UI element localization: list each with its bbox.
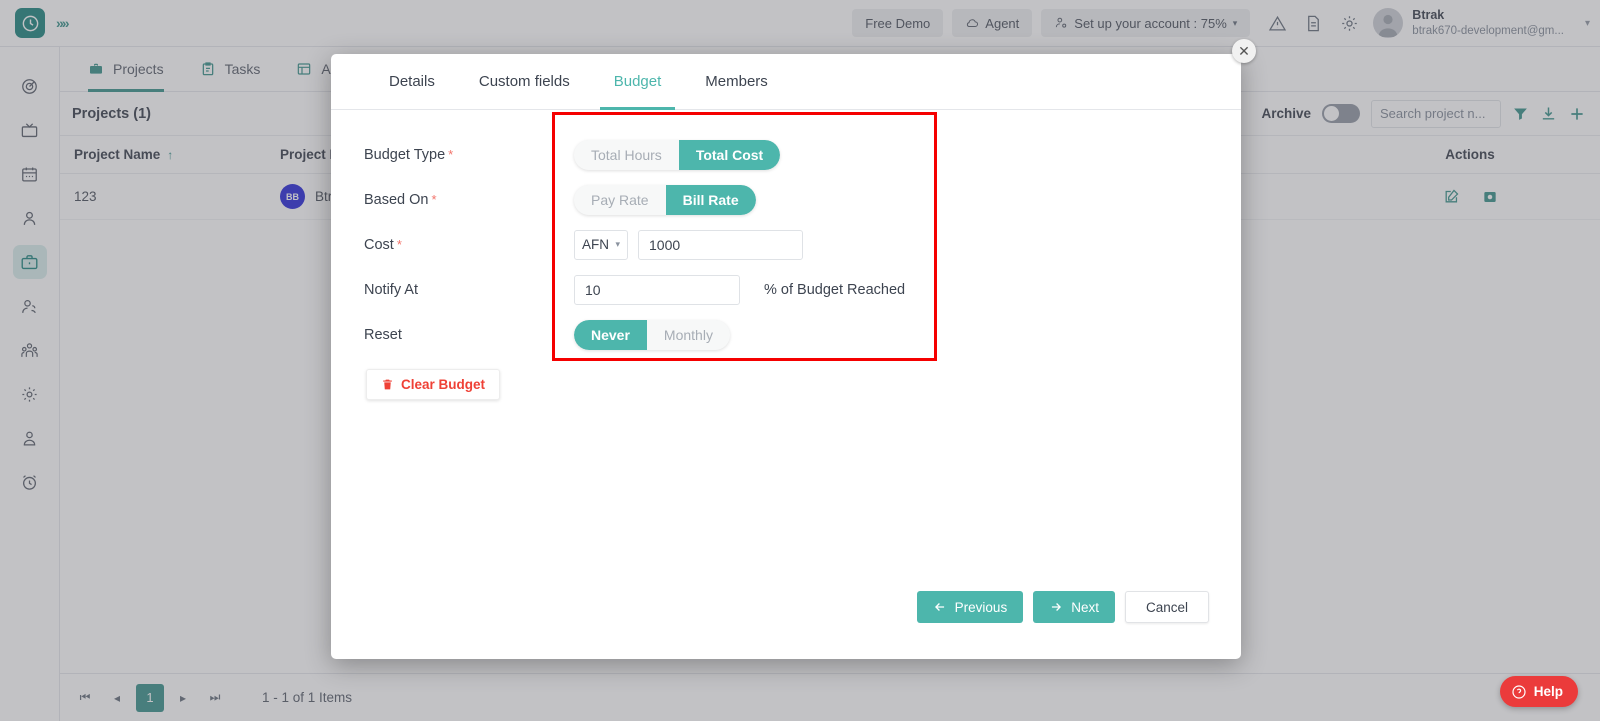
screen-root: »» Free Demo Agent Set up your account:… [0,0,1600,721]
notify-at-label-text: Notify At [364,281,418,298]
required-asterisk: * [396,236,402,252]
project-edit-dialog: ✕ Details Custom fields Budget Members B… [331,39,1256,659]
question-circle-icon [1511,684,1527,700]
budget-type-option-total-hours[interactable]: Total Hours [574,139,679,170]
help-label: Help [1533,684,1563,699]
close-icon[interactable]: ✕ [1232,39,1256,63]
budget-type-segmented[interactable]: Total Hours Total Cost [574,139,781,170]
notify-at-input[interactable]: 10 [574,274,740,305]
next-label: Next [1071,599,1099,615]
based-on-option-pay-rate[interactable]: Pay Rate [574,184,666,215]
required-asterisk: * [448,146,454,162]
cost-control: AFN ▾ 1000 [574,229,803,260]
required-asterisk: * [431,191,437,207]
cancel-button[interactable]: Cancel [1124,591,1209,623]
notify-at-label: Notify At [364,282,574,298]
chevron-down-icon: ▾ [615,239,620,249]
reset-label: Reset [364,327,574,343]
currency-value: AFN [582,237,609,252]
cost-label: Cost * [364,237,574,253]
next-button[interactable]: Next [1033,591,1115,623]
currency-select[interactable]: AFN ▾ [574,229,628,260]
field-cost: Cost * AFN ▾ 1000 [364,222,1241,267]
budget-type-label-text: Budget Type [364,146,446,163]
tab-members[interactable]: Members [683,54,790,110]
help-button[interactable]: Help [1499,676,1578,707]
clear-budget-label: Clear Budget [401,377,486,392]
tab-custom-fields[interactable]: Custom fields [457,54,592,110]
notify-at-value: 10 [585,281,601,298]
tab-custom-fields-label: Custom fields [478,73,570,90]
previous-button[interactable]: Previous [916,591,1024,623]
dialog-tabs: Details Custom fields Budget Members [331,54,1241,110]
budget-form: Budget Type * Total Hours Total Cost Base… [331,110,1241,400]
tab-members-label: Members [705,73,768,90]
based-on-label: Based On * [364,192,574,208]
notify-at-control: 10 % of Budget Reached [574,274,906,305]
trash-icon [381,378,394,391]
based-on-control: Pay Rate Bill Rate [574,184,756,215]
budget-type-option-total-cost[interactable]: Total Cost [678,139,781,170]
tab-details[interactable]: Details [367,54,457,110]
reset-option-never[interactable]: Never [574,319,647,350]
arrow-right-icon [1049,600,1063,614]
reset-option-monthly[interactable]: Monthly [646,319,730,350]
dialog-footer: Previous Next Cancel [331,591,1241,623]
tab-budget-label: Budget [613,73,662,90]
field-reset: Reset Never Monthly [364,312,1241,357]
based-on-label-text: Based On [364,191,429,208]
cancel-label: Cancel [1145,599,1188,615]
field-based-on: Based On * Pay Rate Bill Rate [364,177,1241,222]
reset-segmented[interactable]: Never Monthly [574,319,730,350]
cost-value: 1000 [649,236,681,253]
cost-label-text: Cost [364,236,394,253]
tab-budget[interactable]: Budget [592,54,684,110]
reset-label-text: Reset [364,326,402,343]
based-on-option-bill-rate[interactable]: Bill Rate [665,184,756,215]
clear-budget-button[interactable]: Clear Budget [366,369,501,400]
field-notify-at: Notify At 10 % of Budget Reached [364,267,1241,312]
previous-label: Previous [954,599,1008,615]
tab-details-label: Details [389,73,435,90]
arrow-left-icon [933,600,947,614]
budget-type-control: Total Hours Total Cost [574,139,781,170]
based-on-segmented[interactable]: Pay Rate Bill Rate [574,184,756,215]
budget-type-label: Budget Type * [364,147,574,163]
field-budget-type: Budget Type * Total Hours Total Cost [364,132,1241,177]
cost-input[interactable]: 1000 [638,229,803,260]
notify-at-suffix: % of Budget Reached [764,281,906,298]
reset-control: Never Monthly [574,319,730,350]
